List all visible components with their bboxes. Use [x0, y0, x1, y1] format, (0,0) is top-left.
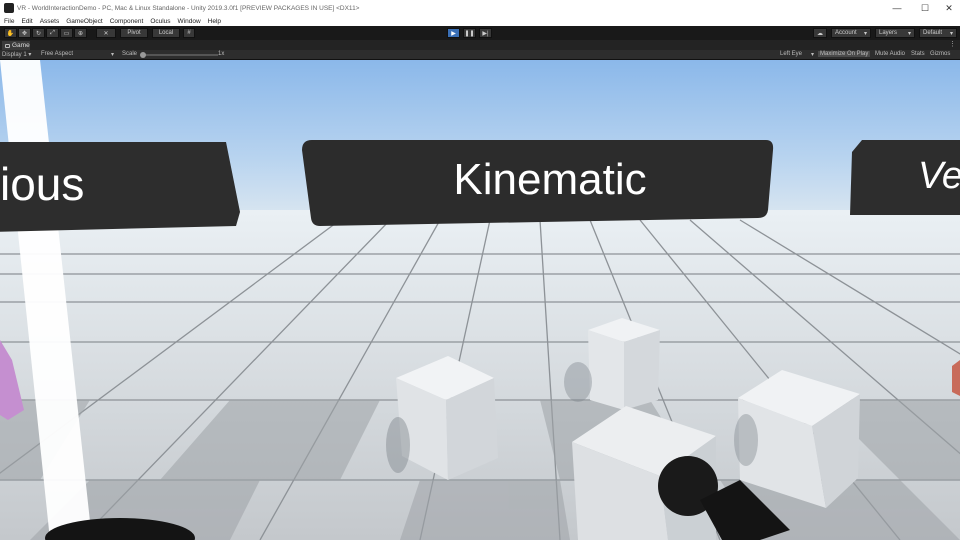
sign-center: Kinematic: [302, 140, 774, 226]
window-title: VR - WorldInteractionDemo - PC, Mac & Li…: [17, 4, 360, 12]
game-view-toolbar: Display 1 ▾ Free Aspect ▾ Scale 1x Left …: [0, 50, 960, 60]
menu-component[interactable]: Component: [110, 18, 144, 25]
close-button[interactable]: ✕: [936, 0, 960, 16]
transform-tool-button[interactable]: ⊕: [74, 28, 87, 38]
step-icon: ▶|: [482, 30, 489, 37]
local-label: Local: [158, 30, 174, 36]
red-object: [952, 360, 960, 396]
scale-tool-button[interactable]: ⤢: [46, 28, 59, 38]
menu-window[interactable]: Window: [178, 18, 201, 25]
game-viewport[interactable]: ious Kinematic Ve: [0, 60, 960, 540]
eye-label: Left Eye: [780, 51, 803, 57]
maximize-on-play-toggle[interactable]: Maximize On Play: [818, 51, 871, 57]
rect-tool-button[interactable]: ▭: [60, 28, 73, 38]
layout-label: Default: [923, 30, 943, 36]
local-toggle[interactable]: Local: [152, 28, 180, 38]
scale-icon: ⤢: [50, 29, 55, 36]
chevron-down-icon: ▾: [863, 30, 867, 37]
aspect-dropdown[interactable]: Free Aspect: [41, 51, 73, 57]
menu-gameobject[interactable]: GameObject: [66, 18, 103, 25]
mute-audio-toggle[interactable]: Mute Audio: [875, 51, 905, 57]
menu-edit[interactable]: Edit: [21, 18, 32, 25]
sign-right-label: Ve: [918, 155, 960, 197]
cloud-icon: ☁: [817, 30, 823, 37]
pause-icon: ❚❚: [464, 30, 475, 37]
hand-icon: ✋: [6, 30, 15, 37]
move-tool-button[interactable]: ✥: [18, 28, 31, 38]
cloud-button[interactable]: ☁: [813, 28, 827, 38]
grid-snap-button[interactable]: #: [183, 28, 195, 38]
tools-icon: ✕: [103, 30, 109, 37]
pause-button[interactable]: ❚❚: [463, 28, 476, 38]
rect-icon: ▭: [63, 30, 70, 37]
pivot-label: Pivot: [127, 30, 141, 36]
eye-dropdown[interactable]: Left Eye: [780, 51, 802, 57]
chevron-down-icon: ▾: [949, 30, 953, 37]
minimize-button[interactable]: —: [884, 0, 910, 16]
display-dropdown[interactable]: Display 1 ▾: [2, 51, 31, 58]
sign-center-label: Kinematic: [453, 155, 646, 204]
sign-right: Ve: [850, 140, 960, 215]
tab-menu-icon[interactable]: ⋮: [949, 40, 956, 48]
rotate-tool-button[interactable]: ↻: [32, 28, 45, 38]
window-title-bar: VR - WorldInteractionDemo - PC, Mac & Li…: [0, 0, 960, 16]
menu-bar: File Edit Assets GameObject Component Oc…: [0, 16, 960, 26]
move-icon: ✥: [21, 30, 28, 37]
step-button[interactable]: ▶|: [479, 28, 492, 38]
custom-tool-button[interactable]: ✕: [96, 28, 116, 38]
sign-left-label: ious: [0, 158, 84, 210]
transform-icon: ⊕: [77, 30, 84, 37]
layers-label: Layers: [879, 30, 898, 36]
menu-assets[interactable]: Assets: [40, 18, 60, 25]
layers-dropdown[interactable]: Layers ▾: [875, 28, 915, 38]
chevron-down-icon[interactable]: ▾: [811, 51, 814, 58]
account-dropdown[interactable]: Account ▾: [831, 28, 871, 38]
chevron-down-icon: ▾: [907, 30, 911, 37]
game-view-icon: [5, 43, 10, 48]
unity-app-icon: [4, 3, 14, 13]
hand-tool-button[interactable]: ✋: [4, 28, 17, 38]
play-button[interactable]: ▶: [447, 28, 460, 38]
main-toolbar: ✋ ✥ ↻ ⤢ ▭ ⊕ ✕ Pivot Local # ▶ ❚❚ ▶| ☁ Ac…: [0, 26, 960, 40]
tab-game-label: Game: [12, 42, 30, 49]
sign-left: ious: [0, 142, 240, 232]
menu-oculus[interactable]: Oculus: [150, 18, 170, 25]
scale-slider-track[interactable]: [142, 54, 218, 56]
menu-help[interactable]: Help: [208, 18, 221, 25]
scale-value: 1x: [218, 51, 225, 57]
scale-slider-handle[interactable]: [140, 52, 146, 58]
pivot-toggle[interactable]: Pivot: [120, 28, 148, 38]
chevron-down-icon: ▾: [28, 52, 32, 58]
scene-render: ious Kinematic Ve: [0, 60, 960, 540]
account-label: Account: [835, 30, 857, 36]
chevron-down-icon[interactable]: ▾: [111, 51, 114, 58]
play-icon: ▶: [451, 30, 456, 37]
menu-file[interactable]: File: [4, 18, 14, 25]
rotate-icon: ↻: [35, 30, 42, 37]
gizmos-dropdown[interactable]: Gizmos: [930, 51, 950, 57]
tab-bar: Game ⋮: [0, 40, 960, 50]
layout-dropdown[interactable]: Default ▾: [919, 28, 957, 38]
tab-game[interactable]: Game: [2, 41, 30, 50]
scale-label: Scale: [122, 51, 138, 57]
grid-icon: #: [187, 30, 191, 36]
maximize-button[interactable]: ☐: [912, 0, 938, 16]
aspect-label: Free Aspect: [41, 51, 74, 57]
display-label: Display 1: [2, 52, 27, 58]
stats-toggle[interactable]: Stats: [911, 51, 925, 57]
